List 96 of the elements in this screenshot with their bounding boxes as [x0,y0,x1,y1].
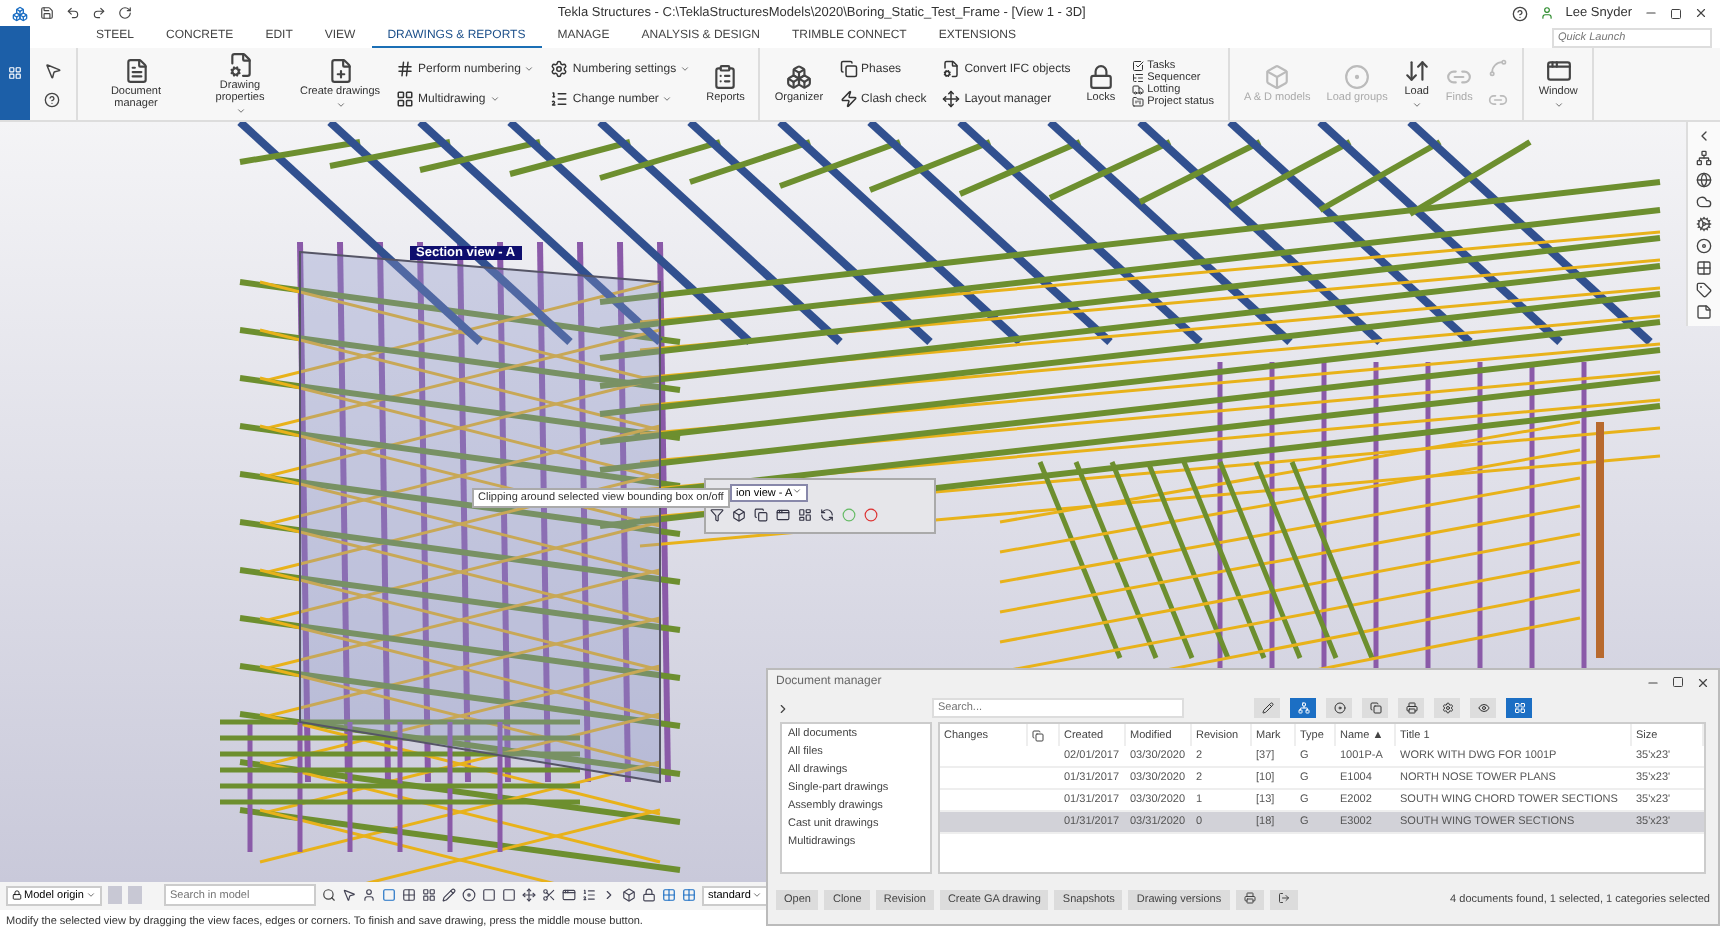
tool-icon [1441,702,1453,714]
toolbar-icon[interactable] [820,508,834,522]
toolbar-icon[interactable] [710,508,724,522]
caret-icon [792,486,803,496]
close-icon[interactable] [1694,6,1708,20]
maximize-icon[interactable] [1672,676,1684,688]
tool-icon [712,64,739,90]
tool-icon [396,90,415,108]
tool-icon [1369,702,1381,714]
refresh-icon[interactable] [118,6,132,20]
snap-tool-icon[interactable] [361,888,376,902]
tool-icon [839,60,858,78]
snap-tool-icon[interactable] [561,888,576,902]
side-menu-button[interactable] [0,26,30,120]
snap-tool-icon[interactable] [681,888,696,902]
tool-icon [1344,64,1371,90]
redo-icon[interactable] [92,6,106,20]
snap-tool-icon[interactable] [441,888,456,902]
caret-icon [680,64,691,74]
tool-icon [942,60,961,78]
tool-icon [1545,58,1572,84]
caret-icon [235,106,245,116]
snap-tool-icon[interactable] [541,888,556,902]
caret-icon [662,94,673,104]
snap-tool-icon[interactable] [341,888,356,902]
tool-icon [942,90,961,108]
tool-icon [1513,702,1525,714]
toolbar-icon[interactable] [798,508,812,522]
side-toolbar-icon[interactable] [1696,194,1712,210]
tool-icon [1261,702,1273,714]
search-icon[interactable] [321,888,336,902]
undo-icon[interactable] [66,6,80,20]
toolbar-button[interactable] [1398,698,1424,718]
side-toolbar-icon[interactable] [1696,128,1712,144]
side-toolbar-icon[interactable] [1696,238,1712,254]
caret-icon [752,890,763,900]
side-toolbar-icon[interactable] [1696,282,1712,298]
tool-icon [839,90,858,108]
tool-icon [550,60,569,78]
print-button[interactable] [1235,889,1264,909]
grid-icon [8,66,22,80]
toolbar-button[interactable] [1470,698,1496,718]
snap-tool-icon[interactable] [421,888,436,902]
caret-icon [335,100,346,110]
tool-icon [550,90,569,108]
toolbar-button[interactable] [1434,698,1460,718]
help-pointer-icon[interactable] [44,91,62,107]
save-icon[interactable] [40,6,54,20]
tool-icon [327,58,354,84]
snap-tool-icon[interactable] [621,888,636,902]
caret-icon [1411,100,1422,110]
select-tool-icon[interactable] [44,61,62,79]
minimize-icon[interactable] [1644,6,1658,20]
caret-icon [524,64,535,74]
close-icon[interactable] [1696,675,1710,689]
exit-arrow-icon [1277,891,1290,903]
snap-tool-icon[interactable] [661,888,676,902]
snap-tool-icon[interactable] [401,888,416,902]
help-icon[interactable] [1511,5,1528,21]
toolbar-icon[interactable] [732,508,746,522]
side-toolbar-icon[interactable] [1696,304,1712,320]
side-toolbar-icon[interactable] [1696,216,1712,232]
snap-tool-icon[interactable] [581,888,596,902]
toolbar-icon[interactable] [754,508,768,522]
tool-icon [1477,702,1489,714]
tool-icon [227,52,253,78]
toolbar-icon[interactable] [776,508,790,522]
user-icon [1539,6,1554,20]
app-logo-icon [12,5,28,21]
toolbar-button[interactable] [1254,698,1280,718]
snap-tool-icon[interactable] [601,888,616,902]
side-toolbar-icon[interactable] [1696,260,1712,276]
lock-icon [12,890,22,900]
tool-icon [1087,64,1114,90]
snap-tool-icon[interactable] [641,888,656,902]
caret-icon [489,94,500,104]
expand-icon[interactable] [776,701,790,715]
side-toolbar-icon[interactable] [1696,172,1712,188]
printer-icon [1243,891,1256,903]
tool-icon [785,64,812,90]
tool-icon [123,58,149,84]
caret-icon [1553,100,1564,110]
tool-icon [1405,702,1417,714]
tool-icon [396,60,415,78]
toolbar-button[interactable] [1326,698,1352,718]
tool-icon [1333,702,1345,714]
export-button[interactable] [1269,889,1298,909]
maximize-icon[interactable] [1670,7,1682,19]
tool-icon [1297,702,1309,714]
snap-tool-icon[interactable] [521,888,536,902]
side-toolbar-icon[interactable] [1696,150,1712,166]
caret-icon [85,890,96,900]
tool-icon [1403,58,1430,84]
lock-column-icon[interactable] [1032,729,1044,741]
toolbar-button[interactable] [1506,698,1532,718]
tool-icon [1264,64,1291,90]
